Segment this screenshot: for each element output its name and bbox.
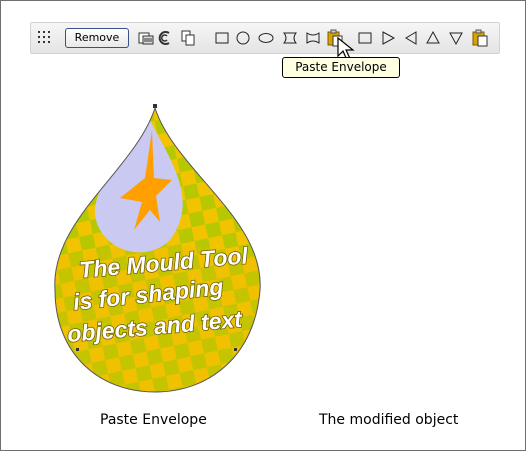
ellipse-envelope-icon[interactable] (257, 29, 275, 47)
caption-right: The modified object (319, 412, 459, 428)
left-perspective-icon[interactable] (402, 29, 420, 47)
caption-left: Paste Envelope (100, 412, 207, 428)
bowtie-envelope-icon[interactable] (281, 29, 299, 47)
up-perspective-icon[interactable] (424, 29, 442, 47)
remove-button[interactable]: Remove (65, 28, 129, 48)
grip-icon[interactable] (38, 31, 52, 45)
square-perspective-icon[interactable] (356, 29, 374, 47)
pinch-envelope-icon[interactable] (304, 29, 322, 47)
copy-perspective-icon[interactable] (157, 29, 175, 47)
mould-toolbar: Remove (30, 22, 500, 54)
right-perspective-icon[interactable] (379, 29, 397, 47)
rectangle-envelope-icon[interactable] (213, 29, 231, 47)
copy-envelope-icon[interactable] (137, 29, 155, 47)
teardrop-artwork[interactable]: The Mould Tool is for shaping objects an… (50, 100, 270, 400)
down-perspective-icon[interactable] (447, 29, 465, 47)
clipboard-copy-icon[interactable] (179, 29, 197, 47)
circle-envelope-icon[interactable] (234, 29, 252, 47)
tooltip: Paste Envelope (282, 57, 400, 78)
paste-perspective-icon[interactable] (471, 29, 489, 47)
